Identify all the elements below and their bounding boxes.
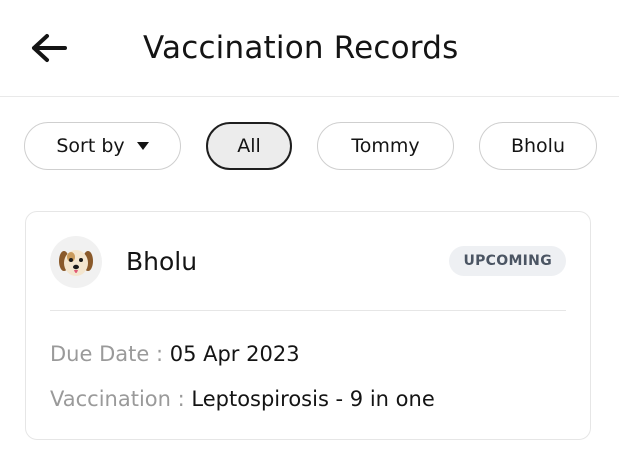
vaccination-value: Leptospirosis - 9 in one — [191, 387, 435, 411]
status-badge: UPCOMING — [449, 246, 566, 276]
filter-chip-all[interactable]: All — [206, 122, 292, 170]
pet-name: Bholu — [126, 247, 198, 276]
due-date-row: Due Date : 05 Apr 2023 — [50, 339, 300, 369]
filter-chip-label: Bholu — [510, 135, 566, 157]
pet-avatar — [50, 236, 102, 288]
vaccination-record-card[interactable]: Bholu UPCOMING Due Date : 05 Apr 2023 Va… — [25, 211, 591, 440]
due-date-value: 05 Apr 2023 — [169, 342, 300, 366]
filter-chip-bholu[interactable]: Bholu — [479, 122, 597, 170]
sort-by-dropdown[interactable]: Sort by — [24, 122, 181, 170]
sort-by-label: Sort by — [56, 135, 125, 157]
main-content: Sort by All Tommy Bholu Bholu UPCOMING D… — [0, 97, 619, 466]
filter-chip-tommy[interactable]: Tommy — [317, 122, 454, 170]
back-button[interactable] — [26, 28, 72, 68]
arrow-left-icon — [32, 34, 67, 62]
app-header: Vaccination Records — [0, 0, 619, 97]
vaccination-row: Vaccination : Leptospirosis - 9 in one — [50, 384, 435, 414]
caret-down-icon — [136, 142, 149, 150]
due-date-label: Due Date : — [50, 342, 170, 366]
card-divider — [50, 310, 566, 311]
filter-chip-label: Tommy — [351, 135, 420, 157]
filter-chip-label: All — [237, 135, 261, 157]
filter-bar: Sort by All Tommy Bholu — [0, 97, 619, 207]
vaccination-label: Vaccination : — [50, 387, 192, 411]
page-title: Vaccination Records — [143, 30, 459, 66]
dog-face-icon — [59, 250, 93, 276]
